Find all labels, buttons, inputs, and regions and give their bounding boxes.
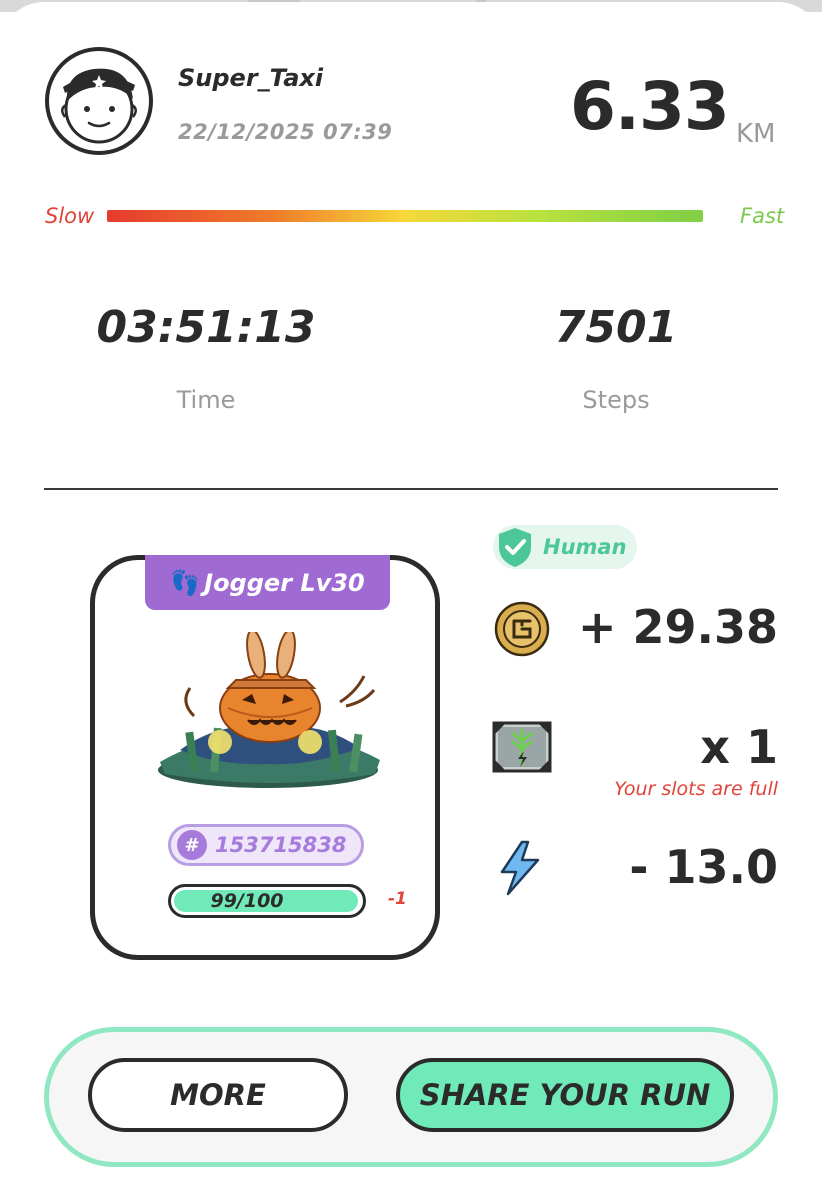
distance-value: 6.33 — [570, 68, 730, 145]
durability-bar: 99/100 — [168, 884, 366, 918]
mystery-box-count: x 1 — [700, 720, 778, 774]
gst-earned: + 29.38 — [577, 600, 778, 654]
sneaker-type-badge: 👣 Jogger Lv30 — [145, 555, 390, 610]
durability-value: 99/100 — [210, 890, 284, 912]
sneaker-id-pill: # 153715838 — [168, 824, 364, 866]
speed-gradient-bar — [107, 210, 703, 222]
hash-icon: # — [177, 830, 207, 860]
run-summary-card: Super_Taxi 22/12/2025 07:39 6.33 KM Slow… — [0, 2, 822, 1200]
more-button[interactable]: MORE — [88, 1058, 350, 1135]
run-datetime: 22/12/2025 07:39 — [178, 120, 393, 144]
speed-slow-label: Slow — [45, 204, 95, 228]
share-run-button[interactable]: SHARE YOUR RUN — [396, 1058, 736, 1135]
shield-check-icon — [499, 528, 531, 567]
footprints-icon: 👣 — [170, 568, 201, 597]
time-value: 03:51:13 — [96, 302, 316, 353]
cartoon-avatar-icon — [61, 68, 137, 144]
human-badge-label: Human — [543, 535, 627, 559]
avatar[interactable] — [45, 47, 153, 155]
steps-value: 7501 — [554, 302, 678, 353]
time-label: Time — [176, 386, 236, 414]
sneaker-id: 153715838 — [215, 833, 347, 857]
human-verified-badge: Human — [493, 525, 637, 569]
energy-spent: - 13.0 — [629, 840, 778, 894]
lightning-icon — [500, 840, 540, 896]
divider — [44, 488, 778, 490]
sneaker-image — [158, 632, 380, 788]
gst-coin-icon — [494, 601, 550, 657]
sneaker-card[interactable]: 👣 Jogger Lv30 # 153715838 99/100 -1 — [90, 555, 445, 965]
speed-fast-label: Fast — [740, 204, 785, 228]
username: Super_Taxi — [178, 64, 324, 92]
distance-unit: KM — [736, 119, 776, 149]
steps-label: Steps — [582, 386, 650, 414]
slots-full-warning: Your slots are full — [614, 778, 778, 800]
sneaker-type-label: Jogger Lv30 — [204, 568, 365, 597]
durability-delta: -1 — [388, 889, 407, 909]
mystery-box-icon — [492, 721, 552, 773]
